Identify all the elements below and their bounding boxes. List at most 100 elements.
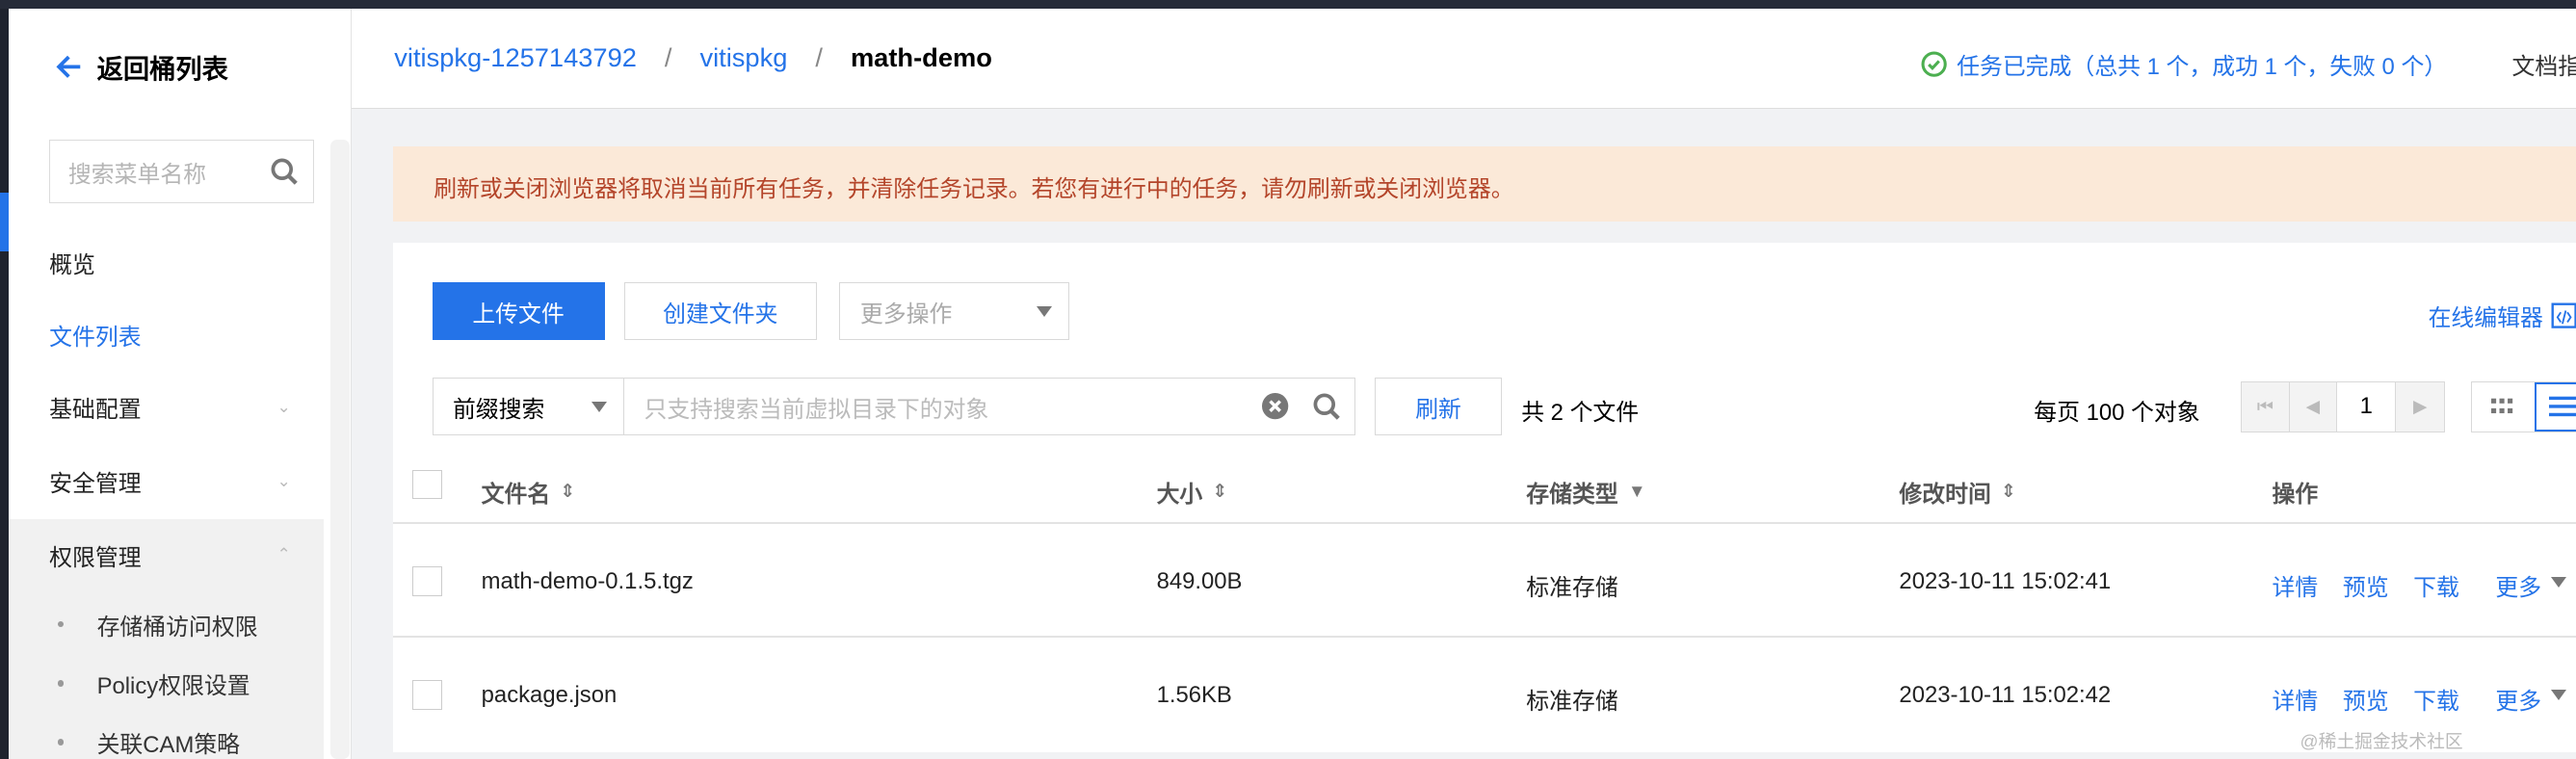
- bullet-icon: [57, 620, 65, 628]
- bullet-icon: [57, 739, 65, 746]
- refresh-button[interactable]: 刷新: [1375, 378, 1502, 435]
- column-header-size[interactable]: 大小 ⇕: [1157, 475, 1228, 509]
- preview-link[interactable]: 预览: [2343, 568, 2389, 602]
- row-actions: 详情 预览 下载 更多: [2273, 568, 2576, 602]
- sidebar-scrollbar[interactable]: [329, 139, 351, 759]
- column-label: 操作: [2272, 481, 2319, 508]
- object-search-input[interactable]: 只支持搜索当前虚拟目录下的对象: [624, 378, 1355, 435]
- watermark: @稀土掘金技术社区: [2300, 731, 2463, 752]
- search-icon[interactable]: [270, 157, 300, 187]
- preview-link[interactable]: 预览: [2343, 682, 2389, 716]
- search-icon[interactable]: [1312, 392, 1342, 422]
- next-page-button[interactable]: ▶: [2396, 381, 2444, 432]
- view-toggle: [2470, 380, 2576, 432]
- doc-link[interactable]: 文档指引: [2512, 47, 2576, 81]
- column-header-modified[interactable]: 修改时间 ⇕: [1899, 475, 2015, 509]
- breadcrumb-bucket[interactable]: vitispkg-1257143792: [394, 42, 637, 73]
- column-label: 大小: [1156, 481, 1203, 508]
- row-actions: 详情 预览 下载 更多: [2273, 682, 2576, 716]
- menu-search-input[interactable]: 搜索菜单名称: [49, 139, 314, 204]
- grid-icon: [2491, 398, 2513, 413]
- file-size: 849.00B: [1156, 568, 1243, 595]
- breadcrumb-separator: /: [664, 42, 672, 73]
- details-link[interactable]: 详情: [2273, 682, 2319, 716]
- column-label: 存储类型: [1526, 481, 1618, 508]
- sort-icon: ⇕: [560, 481, 576, 502]
- grid-view-button[interactable]: [2472, 382, 2535, 432]
- sidebar-item-file-list[interactable]: 文件列表: [9, 299, 324, 371]
- list-view-button[interactable]: [2534, 381, 2576, 432]
- modified-time: 2023-10-11 15:02:42: [1899, 681, 2112, 708]
- column-label: 修改时间: [1899, 481, 1991, 508]
- chevron-down-icon: ⌄: [276, 397, 291, 416]
- online-editor-link[interactable]: 在线编辑器: [2429, 299, 2576, 332]
- list-icon: [2549, 396, 2576, 417]
- code-editor-icon: [2551, 302, 2576, 328]
- row-checkbox[interactable]: [412, 680, 442, 710]
- task-status-text: 任务已完成（总共 1 个，成功 1 个，失败 0 个）: [1957, 54, 2448, 81]
- search-mode-label: 前缀搜索: [452, 396, 545, 423]
- clear-icon[interactable]: [1262, 393, 1289, 420]
- bullet-icon: [57, 680, 65, 687]
- sidebar-item-label: 基础配置: [49, 397, 142, 424]
- divider: [392, 522, 2576, 524]
- select-all-checkbox[interactable]: [412, 469, 442, 500]
- file-size: 1.56KB: [1156, 681, 1232, 708]
- prev-page-button[interactable]: ◀: [2289, 381, 2338, 432]
- sidebar-subitem-policy[interactable]: Policy权限设置: [9, 654, 324, 713]
- chevron-down-icon: ⌄: [276, 471, 291, 490]
- sidebar-item-permissions[interactable]: 权限管理 ⌃: [9, 519, 324, 591]
- sidebar-subitem-bucket-acl[interactable]: 存储桶访问权限: [9, 594, 324, 653]
- caret-down-icon: [2551, 576, 2567, 589]
- global-nav-active-indicator: [0, 192, 9, 251]
- row-checkbox[interactable]: [412, 566, 442, 597]
- menu-search-placeholder: 搜索菜单名称: [67, 161, 207, 188]
- file-list-panel: 上传文件 创建文件夹 更多操作 在线编辑器 前缀搜索 只支持搜索当前虚拟目录下的…: [392, 243, 2576, 753]
- create-folder-button[interactable]: 创建文件夹: [624, 282, 817, 340]
- breadcrumb-separator: /: [815, 42, 823, 73]
- header: vitispkg-1257143792 / vitispkg / math-de…: [351, 8, 2576, 109]
- sidebar-subitem-label: 关联CAM策略: [96, 732, 241, 759]
- sidebar-item-security[interactable]: 安全管理 ⌄: [9, 445, 324, 517]
- more-actions-dropdown[interactable]: 更多操作: [839, 282, 1070, 340]
- column-header-name[interactable]: 文件名 ⇕: [482, 475, 576, 509]
- first-page-button[interactable]: ⏮: [2242, 381, 2290, 432]
- download-link[interactable]: 下载: [2413, 568, 2459, 602]
- more-actions-link[interactable]: 更多: [2495, 568, 2541, 602]
- more-actions-label: 更多操作: [859, 301, 953, 327]
- sidebar-item-label: 权限管理: [49, 544, 142, 571]
- back-label: 返回桶列表: [96, 54, 228, 85]
- sidebar-subitem-cam[interactable]: 关联CAM策略: [9, 713, 324, 759]
- breadcrumb: vitispkg-1257143792 / vitispkg / math-de…: [394, 42, 992, 73]
- storage-class: 标准存储: [1526, 575, 1618, 602]
- sidebar-item-basic-config[interactable]: 基础配置 ⌄: [9, 371, 324, 443]
- download-link[interactable]: 下载: [2413, 682, 2459, 716]
- sidebar-subitem-label: Policy权限设置: [96, 672, 250, 699]
- modified-time: 2023-10-11 15:02:41: [1899, 568, 2112, 595]
- top-bar: [0, 0, 2576, 9]
- more-actions-link[interactable]: 更多: [2495, 682, 2541, 716]
- page-number-input[interactable]: 1: [2337, 381, 2397, 432]
- column-header-storage[interactable]: 存储类型 ▼: [1526, 475, 1645, 509]
- details-link[interactable]: 详情: [2273, 568, 2319, 602]
- filter-icon[interactable]: ▼: [1628, 481, 1646, 502]
- sort-icon: ⇕: [1212, 481, 1228, 502]
- back-to-bucket-list[interactable]: 返回桶列表: [54, 47, 228, 86]
- caret-down-icon: [1037, 305, 1053, 318]
- breadcrumb-folder[interactable]: vitispkg: [699, 42, 787, 73]
- search-placeholder: 只支持搜索当前虚拟目录下的对象: [644, 396, 989, 423]
- check-circle-icon: [1921, 51, 1947, 78]
- file-name[interactable]: math-demo-0.1.5.tgz: [482, 568, 694, 595]
- column-label: 文件名: [481, 481, 551, 508]
- global-nav-strip: [0, 8, 9, 759]
- file-name[interactable]: package.json: [482, 682, 618, 709]
- sidebar-item-overview[interactable]: 概览: [9, 226, 324, 299]
- upload-file-button[interactable]: 上传文件: [432, 282, 605, 340]
- pagination: ⏮ ◀ 1 ▶: [2241, 380, 2445, 432]
- online-editor-label: 在线编辑器: [2428, 305, 2543, 332]
- task-status[interactable]: 任务已完成（总共 1 个，成功 1 个，失败 0 个）: [1921, 47, 2448, 81]
- search-mode-select[interactable]: 前缀搜索: [432, 378, 625, 435]
- sidebar-subitem-label: 存储桶访问权限: [96, 614, 258, 641]
- warning-text: 刷新或关闭浏览器将取消当前所有任务，并清除任务记录。若您有进行中的任务，请勿刷新…: [434, 175, 1514, 202]
- per-page-selector[interactable]: 每页 100 个对象: [2034, 393, 2199, 427]
